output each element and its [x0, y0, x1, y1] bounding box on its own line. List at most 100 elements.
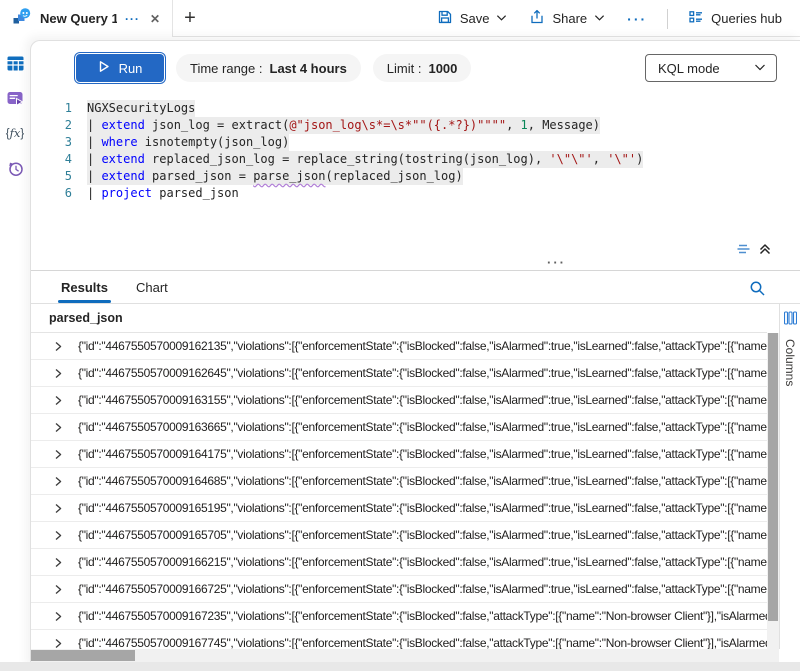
- row-expand-icon[interactable]: [53, 611, 63, 622]
- more-actions-button[interactable]: ···: [621, 11, 653, 27]
- splitter-drag-handle[interactable]: ···: [547, 255, 566, 270]
- columns-icon[interactable]: [784, 311, 797, 330]
- play-icon: [98, 60, 110, 76]
- row-json-text: {"id":"4467550570009164175","violations"…: [78, 447, 767, 461]
- vertical-scrollbar[interactable]: [767, 333, 779, 649]
- functions-icon[interactable]: {fx}: [4, 123, 26, 143]
- new-tab-button[interactable]: +: [173, 0, 207, 37]
- saved-scripts-icon[interactable]: [4, 88, 26, 108]
- table-row[interactable]: {"id":"4467550570009164685","violations"…: [31, 468, 767, 495]
- line-number: 1: [31, 100, 87, 117]
- query-tab[interactable]: New Query 1* ··· ✕: [0, 0, 173, 37]
- row-json-text: {"id":"4467550570009165705","violations"…: [78, 528, 767, 542]
- query-panel: Run Time range : Last 4 hours Limit : 10…: [30, 40, 800, 671]
- line-number: 3: [31, 134, 87, 151]
- share-button[interactable]: Share: [523, 5, 611, 32]
- tab-title: New Query 1*: [40, 11, 117, 26]
- line-number: 6: [31, 185, 87, 202]
- row-expand-icon[interactable]: [53, 449, 63, 460]
- code-text: | extend json_log = extract(@"json_log\s…: [87, 117, 600, 134]
- row-expand-icon[interactable]: [53, 584, 63, 595]
- row-expand-icon[interactable]: [53, 422, 63, 433]
- row-json-text: {"id":"4467550570009163665","violations"…: [78, 420, 767, 434]
- row-expand-icon[interactable]: [53, 476, 63, 487]
- horizontal-scrollbar-thumb[interactable]: [31, 650, 135, 661]
- tab-more-icon[interactable]: ···: [125, 12, 140, 26]
- line-number: 2: [31, 117, 87, 134]
- limit-value: 1000: [428, 61, 457, 76]
- row-expand-icon[interactable]: [53, 368, 63, 379]
- app-window: New Query 1* ··· ✕ + Save: [0, 0, 800, 671]
- table-row[interactable]: {"id":"4467550570009167745","violations"…: [31, 630, 767, 649]
- top-actions: Save Share ···: [431, 0, 800, 37]
- queries-hub-button[interactable]: Queries hub: [682, 5, 788, 32]
- share-icon: [529, 9, 545, 28]
- table-row[interactable]: {"id":"4467550570009166215","violations"…: [31, 549, 767, 576]
- table-row[interactable]: {"id":"4467550570009163155","violations"…: [31, 387, 767, 414]
- results-grid: parsed_json {"id":"4467550570009162135",…: [31, 304, 800, 649]
- code-text: | extend parsed_json = parse_json(replac…: [87, 168, 463, 185]
- row-expand-icon[interactable]: [53, 341, 63, 352]
- limit-picker[interactable]: Limit : 1000: [373, 54, 472, 82]
- row-json-text: {"id":"4467550570009164685","violations"…: [78, 474, 767, 488]
- code-text: | extend replaced_json_log = replace_str…: [87, 151, 643, 168]
- tab-chart[interactable]: Chart: [136, 271, 168, 303]
- code-text: NGXSecurityLogs: [87, 100, 195, 117]
- code-editor[interactable]: 1NGXSecurityLogs2| extend json_log = ext…: [31, 92, 800, 238]
- table-row[interactable]: {"id":"4467550570009165705","violations"…: [31, 522, 767, 549]
- collapse-results-icon[interactable]: [757, 241, 773, 257]
- save-button[interactable]: Save: [431, 5, 514, 32]
- table-row[interactable]: {"id":"4467550570009165195","violations"…: [31, 495, 767, 522]
- code-text: | where isnotempty(json_log): [87, 134, 289, 151]
- horizontal-scrollbar[interactable]: [31, 649, 779, 662]
- line-number: 5: [31, 168, 87, 185]
- columns-panel-label: Columns: [783, 339, 797, 386]
- vertical-scrollbar-thumb[interactable]: [768, 333, 778, 621]
- row-expand-icon[interactable]: [53, 638, 63, 649]
- code-line[interactable]: 4| extend replaced_json_log = replace_st…: [31, 151, 800, 168]
- line-number: 4: [31, 151, 87, 168]
- code-line[interactable]: 6| project parsed_json: [31, 185, 800, 202]
- code-line[interactable]: 3| where isnotempty(json_log): [31, 134, 800, 151]
- search-icon[interactable]: [748, 279, 767, 298]
- row-json-text: {"id":"4467550570009162645","violations"…: [78, 366, 767, 380]
- code-line[interactable]: 1NGXSecurityLogs: [31, 100, 800, 117]
- column-header[interactable]: parsed_json: [31, 304, 767, 333]
- row-json-text: {"id":"4467550570009166215","violations"…: [78, 555, 767, 569]
- chevron-down-icon: [754, 61, 766, 76]
- query-history-icon[interactable]: [4, 158, 26, 178]
- table-row[interactable]: {"id":"4467550570009163665","violations"…: [31, 414, 767, 441]
- time-range-value: Last 4 hours: [270, 61, 347, 76]
- row-json-text: {"id":"4467550570009166725","violations"…: [78, 582, 767, 596]
- table-row[interactable]: {"id":"4467550570009166725","violations"…: [31, 576, 767, 603]
- table-row[interactable]: {"id":"4467550570009162135","violations"…: [31, 333, 767, 360]
- tab-results[interactable]: Results: [61, 271, 108, 303]
- results-rows: {"id":"4467550570009162135","violations"…: [31, 333, 767, 649]
- time-range-picker[interactable]: Time range : Last 4 hours: [176, 54, 361, 82]
- query-toolbar: Run Time range : Last 4 hours Limit : 10…: [31, 41, 800, 92]
- row-json-text: {"id":"4467550570009162135","violations"…: [78, 339, 767, 353]
- code-line[interactable]: 2| extend json_log = extract(@"json_log\…: [31, 117, 800, 134]
- results-layout-icon[interactable]: [735, 241, 752, 257]
- tab-close-icon[interactable]: ✕: [148, 12, 162, 26]
- table-row[interactable]: {"id":"4467550570009167235","violations"…: [31, 603, 767, 630]
- table-row[interactable]: {"id":"4467550570009162645","violations"…: [31, 360, 767, 387]
- row-expand-icon[interactable]: [53, 395, 63, 406]
- left-rail: {fx}: [0, 37, 30, 662]
- run-button[interactable]: Run: [76, 54, 164, 82]
- code-text: | project parsed_json: [87, 185, 239, 202]
- row-json-text: {"id":"4467550570009163155","violations"…: [78, 393, 767, 407]
- code-line[interactable]: 5| extend parsed_json = parse_json(repla…: [31, 168, 800, 185]
- chevron-down-icon: [594, 11, 605, 26]
- columns-side-panel[interactable]: Columns: [779, 304, 800, 649]
- row-json-text: {"id":"4467550570009167235","violations"…: [78, 609, 767, 623]
- row-expand-icon[interactable]: [53, 530, 63, 541]
- table-row[interactable]: {"id":"4467550570009164175","violations"…: [31, 441, 767, 468]
- connections-table-icon[interactable]: [4, 53, 26, 73]
- row-json-text: {"id":"4467550570009167745","violations"…: [78, 636, 767, 649]
- row-expand-icon[interactable]: [53, 503, 63, 514]
- adx-query-icon: [12, 7, 32, 30]
- query-mode-select[interactable]: KQL mode: [645, 54, 777, 82]
- save-icon: [437, 9, 453, 28]
- row-expand-icon[interactable]: [53, 557, 63, 568]
